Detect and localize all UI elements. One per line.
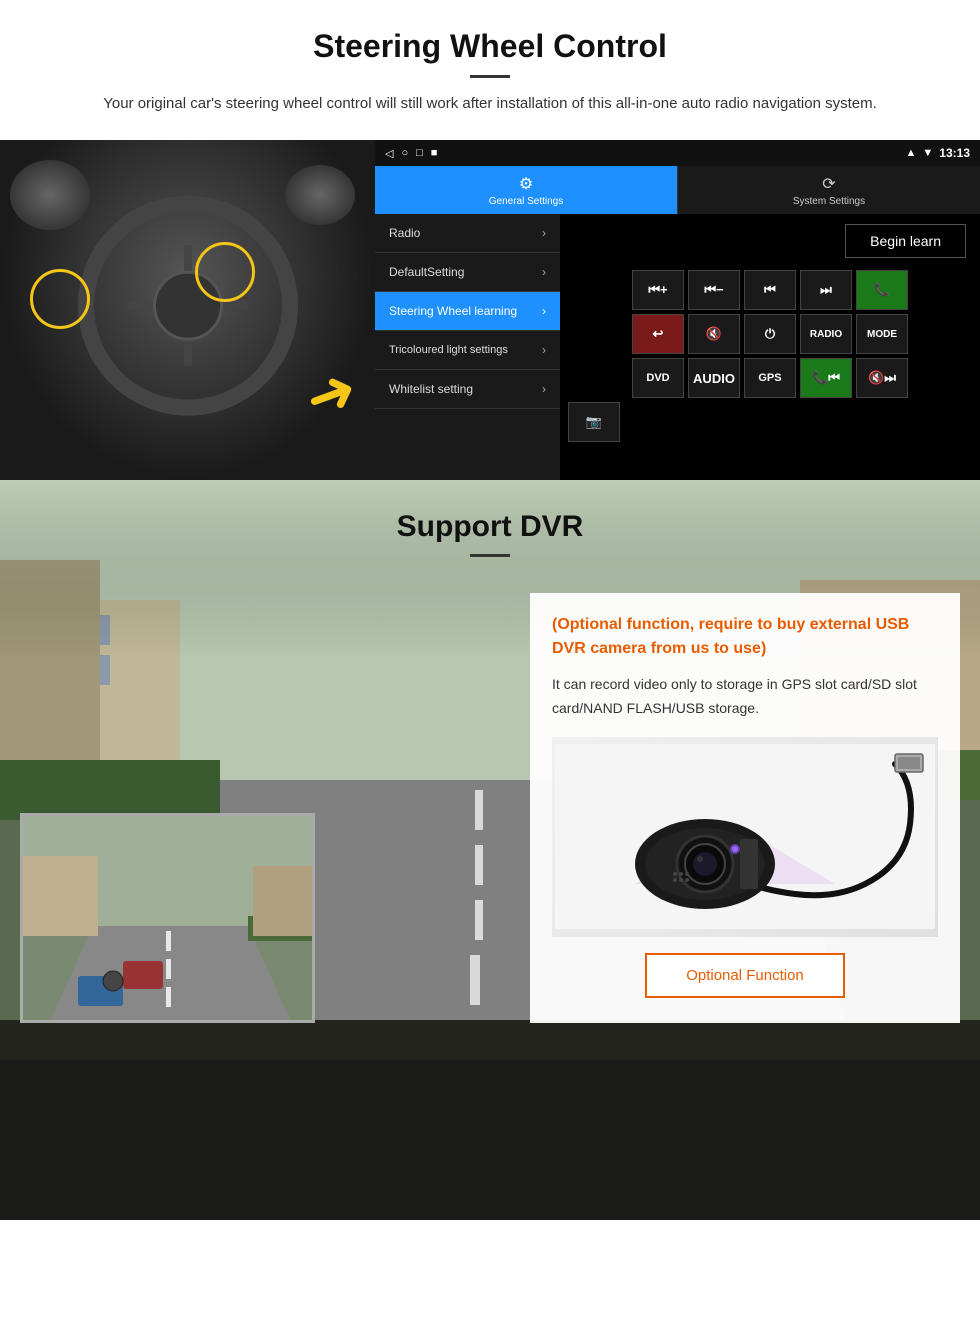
back-btn[interactable]: ↩ xyxy=(632,314,684,354)
menu-tricolour-chevron: › xyxy=(542,343,546,357)
ctrl-row-1: ⏮+ ⏮− ⏮ ⏭ 📞 xyxy=(566,270,974,310)
arrow-pointer: ➜ xyxy=(296,353,367,436)
menu-item-whitelist[interactable]: Whitelist setting › xyxy=(375,370,560,409)
menu-item-default[interactable]: DefaultSetting › xyxy=(375,253,560,292)
dvr-thumbnail xyxy=(20,813,315,1023)
begin-learn-row: Begin learn xyxy=(566,220,974,266)
dvd-ctrl-btn[interactable]: DVD xyxy=(632,358,684,398)
call-prev-btn[interactable]: 📞⏮ xyxy=(800,358,852,398)
highlight-circle-left xyxy=(30,269,90,329)
optional-function-button[interactable]: Optional Function xyxy=(645,953,845,998)
audio-ctrl-btn[interactable]: AUDIO xyxy=(688,358,740,398)
menu-default-label: DefaultSetting xyxy=(389,265,464,279)
section1-header: Steering Wheel Control Your original car… xyxy=(0,0,980,126)
next-btn[interactable]: ⏭ xyxy=(800,270,852,310)
recents-icon: □ xyxy=(416,147,423,159)
hangup-icon: ↩ xyxy=(653,326,664,342)
ctrl-row-2: ↩ 🔇 ⏻ RADIO MODE xyxy=(566,314,974,354)
vol-up-btn[interactable]: ⏮+ xyxy=(632,270,684,310)
menu-steering-chevron: › xyxy=(542,304,546,318)
system-icon: ⟳ xyxy=(822,174,835,194)
gps-ctrl-btn[interactable]: GPS xyxy=(744,358,796,398)
vol-down-btn[interactable]: ⏮− xyxy=(688,270,740,310)
dvr-info-card: (Optional function, require to buy exter… xyxy=(530,593,960,1023)
steering-demo-container: ➜ ◁ ○ □ ■ ▲ ▼ 13:13 ⚙ General Settings xyxy=(0,140,980,480)
radio-label: RADIO xyxy=(810,329,842,340)
menu-radio-chevron: › xyxy=(542,226,546,240)
dvr-title: Support DVR xyxy=(40,510,940,544)
signal-icon: ▲ xyxy=(906,147,917,159)
cam-icon: 📷 xyxy=(586,414,602,430)
mute-btn[interactable]: 🔇 xyxy=(688,314,740,354)
call-prev-icon: 📞⏮ xyxy=(812,370,840,386)
vol-down-icon: ⏮− xyxy=(704,282,723,298)
prev-icon: ⏮ xyxy=(764,282,776,298)
statusbar-right: ▲ ▼ 13:13 xyxy=(906,146,970,160)
radio-ctrl-btn[interactable]: RADIO xyxy=(800,314,852,354)
gauge-left xyxy=(10,160,90,230)
tab-system-label: System Settings xyxy=(793,196,865,207)
gauge-right xyxy=(285,165,355,225)
status-bar: ◁ ○ □ ■ ▲ ▼ 13:13 xyxy=(375,140,980,166)
ctrl-row-3: DVD AUDIO GPS 📞⏮ 🔇⏭ xyxy=(566,358,974,398)
menu-whitelist-label: Whitelist setting xyxy=(389,382,473,396)
tab-general-settings[interactable]: ⚙ General Settings xyxy=(375,166,677,214)
menu-whitelist-chevron: › xyxy=(542,382,546,396)
section1-title: Steering Wheel Control xyxy=(40,28,940,65)
home-icon: ○ xyxy=(401,147,408,159)
menu-steering-label: Steering Wheel learning xyxy=(389,304,517,318)
android-tabs: ⚙ General Settings ⟳ System Settings xyxy=(375,166,980,214)
mute-icon: 🔇 xyxy=(706,326,722,342)
dvr-section: Support DVR xyxy=(0,480,980,1220)
statusbar-nav-icons: ◁ ○ □ ■ xyxy=(385,147,437,160)
wifi-icon: ▼ xyxy=(922,147,933,159)
dvr-content-row: (Optional function, require to buy exter… xyxy=(0,583,980,1023)
mode-ctrl-btn[interactable]: MODE xyxy=(856,314,908,354)
power-icon: ⏻ xyxy=(765,326,775,342)
section1-divider xyxy=(470,75,510,78)
ctrl-row-4: 📷 xyxy=(566,402,974,442)
call-btn[interactable]: 📞 xyxy=(856,270,908,310)
dvd-label: DVD xyxy=(646,372,669,384)
next-icon: ⏭ xyxy=(820,282,832,298)
highlight-circle-right xyxy=(195,242,255,302)
menu-item-steering[interactable]: Steering Wheel learning › xyxy=(375,292,560,331)
power-btn[interactable]: ⏻ xyxy=(744,314,796,354)
steering-button-grid: Begin learn ⏮+ ⏮− ⏮ ⏭ 📞 ↩ 🔇 ⏻ RADIO MODE xyxy=(560,214,980,480)
menu-item-tricolour[interactable]: Tricoloured light settings › xyxy=(375,331,560,370)
section1-description: Your original car's steering wheel contr… xyxy=(80,92,900,116)
menu-item-radio[interactable]: Radio › xyxy=(375,214,560,253)
steering-wheel-ring xyxy=(78,196,298,416)
back-icon: ◁ xyxy=(385,147,393,160)
android-content-area: Radio › DefaultSetting › Steering Wheel … xyxy=(375,214,980,480)
menu-icon: ■ xyxy=(431,147,438,159)
begin-learn-button[interactable]: Begin learn xyxy=(845,224,966,258)
tab-general-label: General Settings xyxy=(489,196,564,207)
menu-tricolour-label: Tricoloured light settings xyxy=(389,343,508,357)
android-ui-panel: ◁ ○ □ ■ ▲ ▼ 13:13 ⚙ General Settings ⟳ S… xyxy=(375,140,980,480)
gps-label: GPS xyxy=(758,372,781,384)
phone-icon: 📞 xyxy=(874,282,890,298)
dvr-divider xyxy=(470,554,510,557)
prev-btn[interactable]: ⏮ xyxy=(744,270,796,310)
menu-radio-label: Radio xyxy=(389,226,420,240)
dvr-description: It can record video only to storage in G… xyxy=(552,673,938,721)
dvr-header: Support DVR xyxy=(0,480,980,583)
mute-next-btn[interactable]: 🔇⏭ xyxy=(856,358,908,398)
audio-label: AUDIO xyxy=(693,371,735,386)
vol-up-icon: ⏮+ xyxy=(648,282,667,298)
settings-menu: Radio › DefaultSetting › Steering Wheel … xyxy=(375,214,560,480)
tab-system-settings[interactable]: ⟳ System Settings xyxy=(677,166,980,214)
steering-wheel-image: ➜ xyxy=(0,140,375,480)
time-display: 13:13 xyxy=(939,146,970,160)
menu-default-chevron: › xyxy=(542,265,546,279)
mode-label: MODE xyxy=(867,329,897,340)
dvr-camera-illustration xyxy=(552,737,938,937)
dvr-optional-title: (Optional function, require to buy exter… xyxy=(552,613,938,661)
settings-icon: ⚙ xyxy=(519,174,533,194)
mute-next-icon: 🔇⏭ xyxy=(868,370,896,386)
cam-btn[interactable]: 📷 xyxy=(568,402,620,442)
